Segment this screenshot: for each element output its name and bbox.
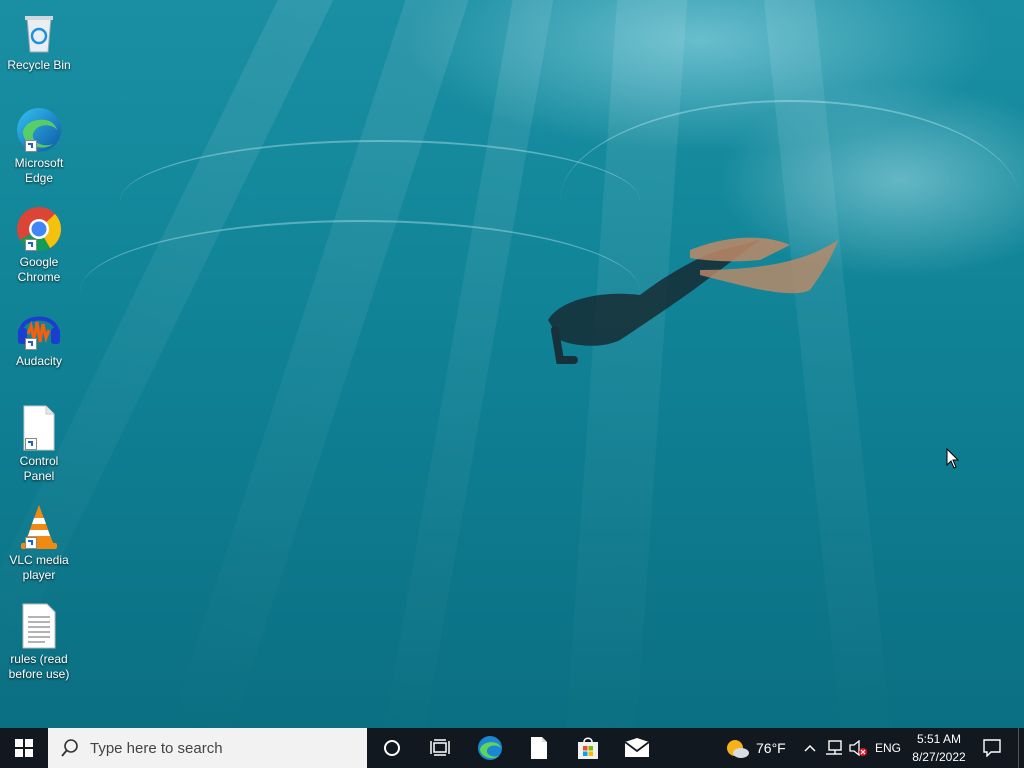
rules-file-icon-item[interactable]: rules (read before use)	[3, 602, 75, 682]
taskbar-store-button[interactable]	[566, 728, 610, 768]
vlc-cone-icon	[15, 503, 63, 551]
input-language-button[interactable]: ENG	[872, 728, 904, 768]
store-icon	[578, 737, 598, 759]
control-panel-icon-item[interactable]: Control Panel	[3, 404, 75, 484]
weather-sun-cloud-icon	[727, 740, 749, 758]
task-view-icon	[430, 739, 450, 756]
audacity-icon	[15, 304, 63, 352]
action-center-button[interactable]	[978, 728, 1006, 768]
chevron-up-icon	[804, 744, 816, 752]
desktop-wallpaper	[0, 0, 1024, 728]
microsoft-edge-icon-item[interactable]: Microsoft Edge	[3, 106, 75, 186]
edge-icon	[478, 736, 502, 760]
weather-temperature: 76°F	[756, 740, 786, 756]
file-icon	[531, 737, 547, 759]
recycle-bin-icon-item[interactable]: Recycle Bin	[3, 8, 75, 73]
recycle-bin-icon	[15, 8, 63, 56]
freediver-image	[548, 237, 838, 364]
audacity-label: Audacity	[15, 354, 63, 368]
taskbar-mail-button[interactable]	[615, 728, 659, 768]
google-chrome-icon-item[interactable]: Google Chrome	[3, 205, 75, 285]
language-indicator: ENG	[874, 741, 901, 755]
search-box[interactable]: Type here to search	[48, 728, 367, 768]
cortana-button[interactable]	[370, 728, 414, 768]
shortcut-arrow-icon	[25, 239, 37, 251]
show-hidden-icons-button[interactable]	[800, 728, 820, 768]
start-button[interactable]	[0, 728, 48, 768]
recycle-bin-label: Recycle Bin	[7, 58, 71, 72]
search-placeholder: Type here to search	[90, 739, 223, 757]
clock-date: 8/27/2022	[912, 750, 966, 764]
notification-icon	[983, 739, 1001, 757]
task-view-button[interactable]	[418, 728, 462, 768]
volume-muted-icon	[849, 740, 867, 756]
shortcut-arrow-icon	[25, 438, 37, 450]
blank-file-icon	[15, 404, 63, 452]
cortana-icon	[384, 740, 400, 756]
show-desktop-button[interactable]	[1018, 728, 1024, 768]
shortcut-arrow-icon	[25, 140, 37, 152]
weather-widget[interactable]: 76°F	[724, 728, 794, 768]
vlc-label: VLC media player	[9, 553, 69, 582]
clock[interactable]: 5:51 AM 8/27/2022	[908, 730, 970, 766]
clock-time: 5:51 AM	[916, 732, 962, 746]
network-icon	[826, 740, 842, 755]
network-button[interactable]	[823, 728, 845, 768]
google-chrome-label: Google Chrome	[17, 255, 61, 284]
edge-icon	[15, 106, 63, 154]
windows-logo-icon	[15, 739, 33, 757]
taskbar-edge-button[interactable]	[468, 728, 512, 768]
vlc-icon-item[interactable]: VLC media player	[3, 503, 75, 583]
shortcut-arrow-icon	[25, 537, 37, 549]
audacity-icon-item[interactable]: Audacity	[3, 304, 75, 369]
shortcut-arrow-icon	[25, 338, 37, 350]
taskbar-file-button[interactable]	[517, 728, 561, 768]
rules-file-label: rules (read before use)	[8, 652, 70, 681]
chrome-icon	[15, 205, 63, 253]
text-file-icon	[15, 602, 63, 650]
microsoft-edge-label: Microsoft Edge	[14, 156, 64, 185]
mail-icon	[624, 738, 650, 757]
volume-button[interactable]	[847, 728, 869, 768]
control-panel-label: Control Panel	[19, 454, 59, 483]
mouse-cursor-icon	[946, 448, 960, 469]
search-icon	[61, 739, 78, 757]
taskbar: Type here to search 76°F ENG 5:51 AM 8/2…	[0, 728, 1024, 768]
